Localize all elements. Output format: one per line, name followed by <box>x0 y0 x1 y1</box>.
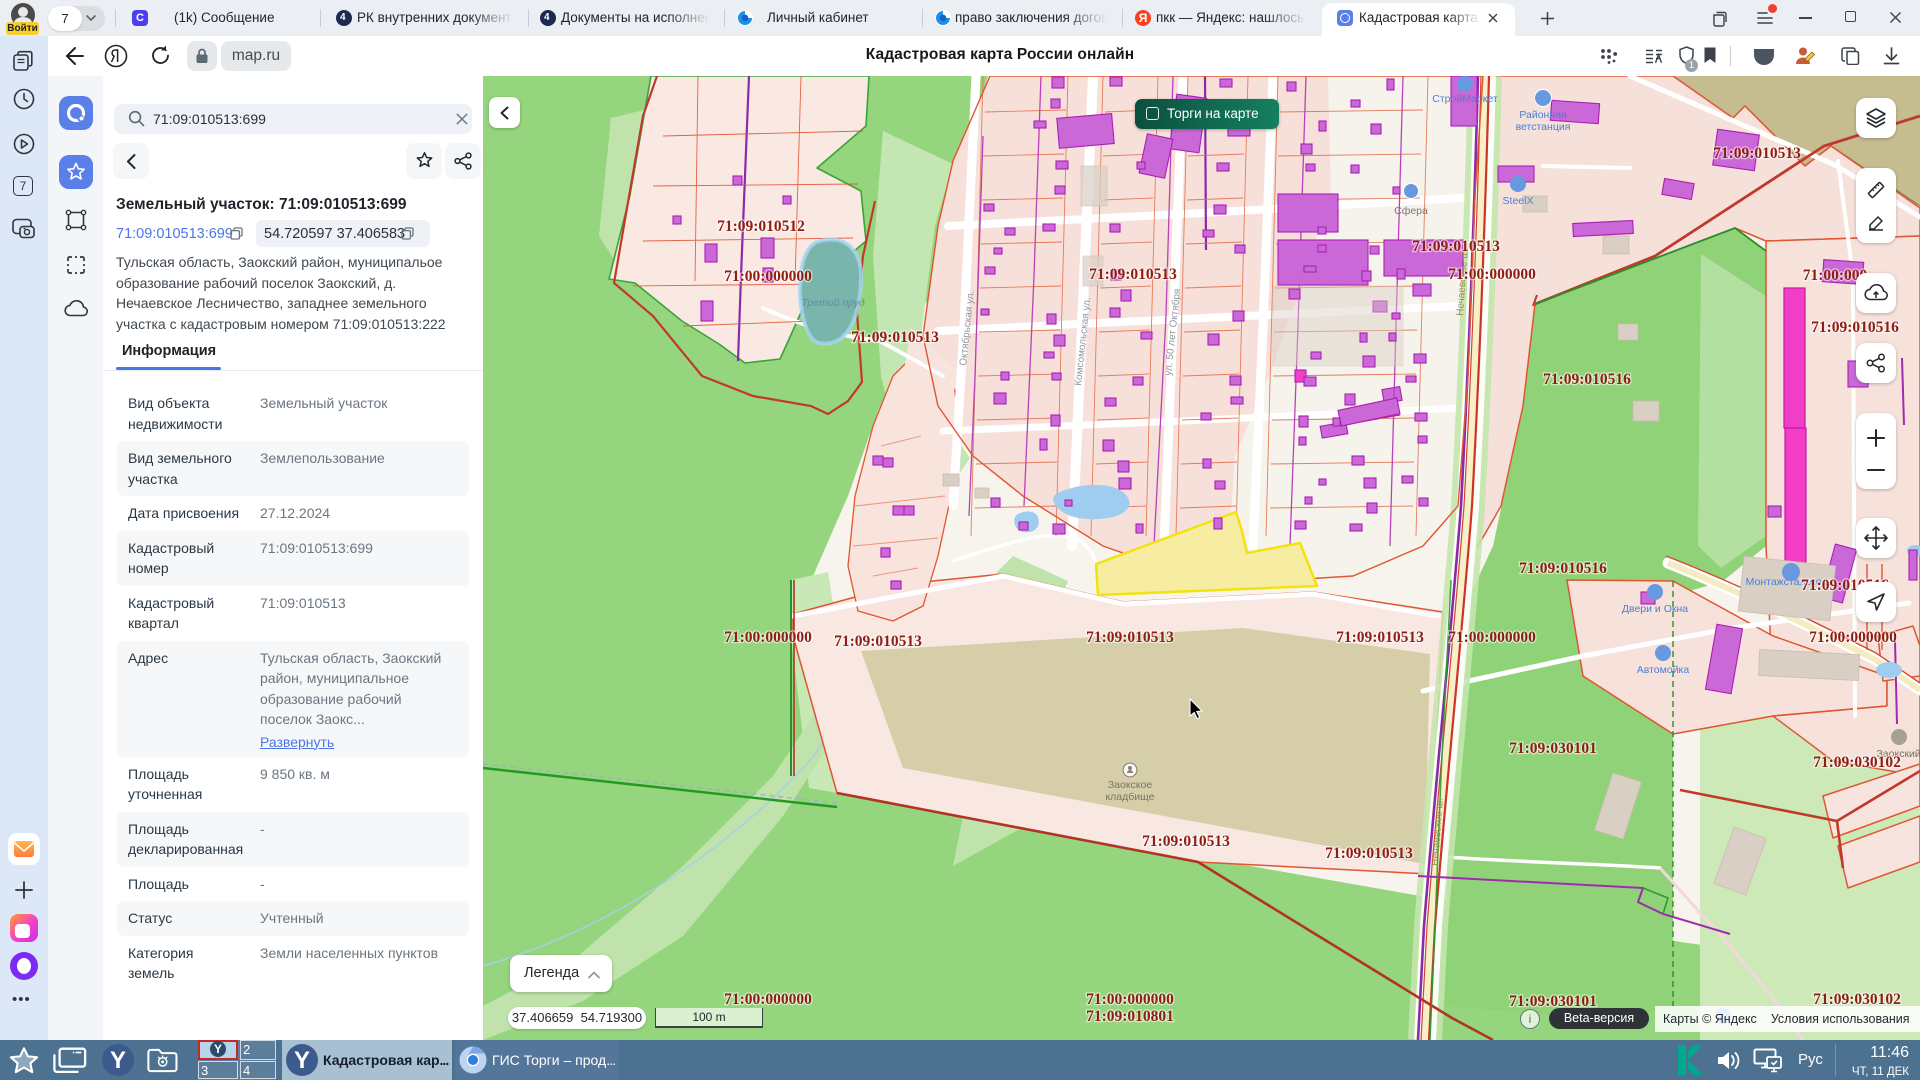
svg-text:Сфера: Сфера <box>1394 205 1428 217</box>
svg-text:71:09:010513: 71:09:010513 <box>1086 629 1174 646</box>
svg-text:71:00:000000: 71:00:000000 <box>724 268 812 285</box>
svg-text:71:00:000000: 71:00:000000 <box>1448 629 1536 646</box>
svg-text:71:09:010513: 71:09:010513 <box>834 633 922 650</box>
svg-text:71:09:010513: 71:09:010513 <box>1713 145 1801 162</box>
svg-text:71:09:010512: 71:09:010512 <box>717 218 805 235</box>
svg-text:Автомойка: Автомойка <box>1637 664 1690 676</box>
svg-text:71:09:030102: 71:09:030102 <box>1813 754 1901 771</box>
svg-text:71:09:010801: 71:09:010801 <box>1086 1008 1174 1025</box>
svg-text:кладбище: кладбище <box>1105 791 1154 803</box>
svg-text:71:00:000000: 71:00:000000 <box>1448 266 1536 283</box>
svg-text:71:09:010516: 71:09:010516 <box>1811 319 1899 336</box>
svg-text:71:09:010513: 71:09:010513 <box>1336 629 1424 646</box>
svg-text:Третий пруд: Третий пруд <box>801 297 864 309</box>
svg-text:71:00:000000: 71:00:000000 <box>1086 991 1174 1008</box>
svg-text:ветстанция: ветстанция <box>1516 121 1571 133</box>
svg-text:SteelX: SteelX <box>1503 195 1534 207</box>
svg-text:71:09:030101: 71:09:030101 <box>1509 740 1597 757</box>
svg-text:71:09:010513: 71:09:010513 <box>1325 845 1413 862</box>
svg-text:71:00:000000: 71:00:000000 <box>724 629 812 646</box>
svg-text:71:00:000000: 71:00:000000 <box>1809 629 1897 646</box>
svg-text:Заокское: Заокское <box>1108 779 1153 791</box>
svg-text:Двери и Окна: Двери и Окна <box>1622 603 1688 615</box>
svg-text:71:09:010516: 71:09:010516 <box>1519 560 1607 577</box>
svg-text:71:09:010513: 71:09:010513 <box>1089 266 1177 283</box>
svg-text:71:00:000000: 71:00:000000 <box>724 991 812 1008</box>
svg-text:71:09:010513: 71:09:010513 <box>851 329 939 346</box>
svg-text:71:09:010513: 71:09:010513 <box>1412 238 1500 255</box>
svg-text:Районная: Районная <box>1519 109 1566 121</box>
svg-text:71:09:010513: 71:09:010513 <box>1142 833 1230 850</box>
svg-text:71:09:010516: 71:09:010516 <box>1543 371 1631 388</box>
svg-text:СтройМаркет: СтройМаркет <box>1432 93 1498 105</box>
